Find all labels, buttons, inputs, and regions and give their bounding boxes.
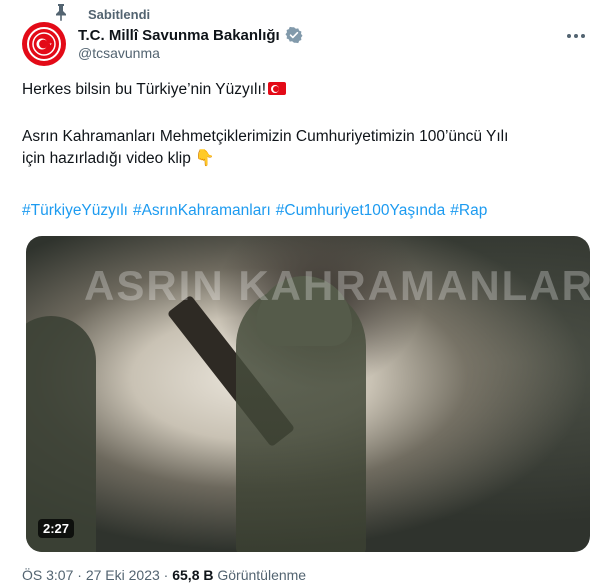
video-duration: 2:27 bbox=[38, 519, 75, 538]
pinned-label: Sabitlendi bbox=[88, 6, 151, 22]
tweet-line-3: için hazırladığı video klip 👇 bbox=[22, 149, 215, 169]
ministry-emblem-icon bbox=[32, 32, 56, 56]
pointing-down-emoji: 👇 bbox=[194, 150, 215, 167]
meta-separator: · bbox=[163, 567, 169, 583]
hashtag-turkiye-yuzyili[interactable]: #TürkiyeYüzyılı bbox=[22, 201, 128, 221]
verified-badge-icon bbox=[285, 26, 303, 44]
pinned-indicator: Sabitlendi bbox=[58, 4, 150, 24]
tweet-line-1: Herkes bilsin bu Türkiye’nin Yüzyılı! bbox=[22, 80, 287, 100]
video-watermark: ASRIN KAHRAMANLARI bbox=[84, 262, 590, 309]
tweet-meta: ÖS 3:07 · 27 Eki 2023 · 65,8 B Görüntüle… bbox=[22, 567, 306, 583]
video-player[interactable]: ASRIN KAHRAMANLARI 2:27 bbox=[26, 236, 590, 552]
account-name[interactable]: T.C. Millî Savunma Bakanlığı bbox=[78, 27, 280, 44]
view-count: 65,8 B bbox=[172, 567, 214, 583]
ministry-logo bbox=[27, 27, 61, 61]
meta-separator: · bbox=[77, 567, 82, 583]
hashtag-asrin-kahramanlari[interactable]: #AsrınKahramanları bbox=[133, 201, 271, 221]
account-name-row[interactable]: T.C. Millî Savunma Bakanlığı bbox=[78, 24, 303, 46]
tweet-time[interactable]: ÖS 3:07 bbox=[22, 567, 73, 583]
hashtag-list: #TürkiyeYüzyılı #AsrınKahramanları #Cumh… bbox=[22, 201, 487, 221]
video-frame-soldier-left bbox=[26, 316, 96, 552]
tweet-text-1: Herkes bilsin bu Türkiye’nin Yüzyılı! bbox=[22, 81, 267, 98]
more-options-icon[interactable] bbox=[564, 26, 588, 46]
tweet-text-3: için hazırladığı video klip bbox=[22, 150, 191, 167]
hashtag-cumhuriyet100[interactable]: #Cumhuriyet100Yaşında bbox=[276, 201, 445, 221]
account-handle[interactable]: @tcsavunma bbox=[78, 45, 160, 61]
hashtag-rap[interactable]: #Rap bbox=[450, 201, 487, 221]
tweet-date[interactable]: 27 Eki 2023 bbox=[86, 567, 160, 583]
tweet-text-2: Asrın Kahramanları Mehmetçiklerimizin Cu… bbox=[22, 128, 509, 145]
turkish-flag-emoji bbox=[268, 82, 287, 95]
avatar[interactable] bbox=[22, 22, 66, 66]
views-label: Görüntülenme bbox=[217, 567, 307, 583]
